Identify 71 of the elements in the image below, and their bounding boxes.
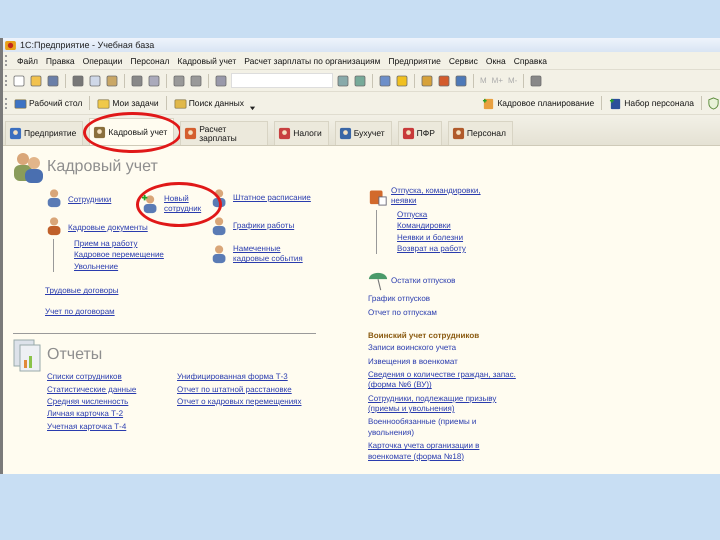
quick-bar-button[interactable]: Рабочий стол: [12, 96, 84, 110]
shield-icon[interactable]: [707, 96, 720, 110]
panel-link[interactable]: Сведения о количестве граждан, запас. (форма №6 (ВУ)): [368, 370, 518, 391]
panel-link[interactable]: Командировки: [397, 221, 451, 232]
menu-item[interactable]: Справка: [514, 56, 548, 66]
quick-bar-button[interactable]: Мои задачи: [95, 96, 161, 110]
report-link[interactable]: Унифицированная форма Т-3: [177, 372, 307, 383]
search-field[interactable]: [231, 73, 333, 88]
quick-bar-button[interactable]: Поиск данных: [172, 96, 246, 110]
panel-text[interactable]: Остатки отпусков: [391, 276, 528, 287]
menu-item[interactable]: Окна: [486, 56, 506, 66]
report-link[interactable]: Статистические данные: [47, 384, 159, 395]
report-link[interactable]: Отчет по штатной расстановке: [177, 384, 307, 395]
tab-icon: [338, 127, 352, 140]
panel-link[interactable]: Отпуска, командировки, неявки: [391, 186, 503, 207]
report-link[interactable]: Отчет о кадровых перемещениях: [177, 396, 307, 408]
tab-icon: [278, 127, 292, 140]
tab-icon: [184, 127, 198, 140]
quick-bar-button[interactable]: Кадровое планирование: [480, 96, 596, 110]
tab[interactable]: Бухучет: [334, 121, 392, 145]
tab[interactable]: Предприятие: [5, 121, 84, 145]
window-title: 1С:Предприятие - Учебная база: [20, 40, 154, 50]
report-link[interactable]: Личная карточка Т-2: [47, 409, 159, 420]
tab[interactable]: Расчет зарплаты: [180, 121, 268, 145]
section-title: Кадровый учет: [47, 158, 158, 176]
panel-link[interactable]: Учет по договорам: [45, 307, 115, 316]
tab[interactable]: Персонал: [448, 121, 513, 145]
menu-item[interactable]: Расчет зарплаты по организациям: [244, 56, 380, 66]
tab-icon: [452, 127, 465, 140]
panel-link[interactable]: Намеченные кадровые события: [233, 244, 317, 265]
menu-item[interactable]: Операции: [82, 56, 122, 66]
report-link[interactable]: Учетная карточка Т-4: [47, 422, 159, 432]
panel-link[interactable]: Неявки и болезни: [397, 232, 464, 243]
menu-item[interactable]: Кадровый учет: [177, 56, 236, 66]
menu-item[interactable]: Предприятие: [388, 56, 441, 66]
menu-item[interactable]: Правка: [46, 56, 75, 66]
panel-link[interactable]: Увольнение: [74, 262, 118, 272]
panel-link[interactable]: Прием на работу: [74, 239, 138, 250]
panel-text[interactable]: График отпусков: [368, 294, 518, 305]
panel-link[interactable]: Сотрудники: [68, 195, 112, 204]
panel-link[interactable]: Сотрудники, подлежащие призыву (приемы и увольнения): [368, 394, 518, 414]
dropdown-arrow-icon[interactable]: [249, 104, 256, 110]
panel-link[interactable]: Кадровые документы: [68, 223, 148, 232]
panel-link[interactable]: Карточка учета организации в военкомате (форма №18): [368, 441, 518, 462]
app-logo-icon: [5, 40, 16, 50]
panel-link[interactable]: Графики работы: [233, 220, 317, 232]
panel-link[interactable]: Штатное расписание: [233, 192, 317, 204]
panel-link[interactable]: Новый сотрудник: [164, 194, 210, 215]
panel-text[interactable]: Отчет по отпускам: [368, 308, 518, 318]
panel-link[interactable]: Кадровое перемещение: [74, 250, 164, 261]
report-link[interactable]: Средняя численность: [47, 396, 159, 408]
menu-item[interactable]: Сервис: [448, 56, 478, 66]
panel-link[interactable]: Трудовые договоры: [45, 286, 118, 296]
tab[interactable]: Кадровый учет: [89, 118, 174, 145]
tab-icon: [9, 127, 22, 140]
menu-item[interactable]: Файл: [17, 56, 38, 66]
group-heading: Воинский учет сотрудников: [368, 331, 480, 340]
umbrella-icon: [368, 271, 388, 292]
panel-link[interactable]: Отпуска: [397, 210, 428, 220]
panel-text[interactable]: Записи воинского учета: [368, 343, 518, 354]
panel-text[interactable]: Военнообязанные (приемы и увольнения): [368, 417, 518, 438]
panel-text[interactable]: Извещения в военкомат: [368, 356, 518, 367]
quick-bar-button[interactable]: Набор персонала: [607, 96, 696, 110]
report-link[interactable]: Списки сотрудников: [47, 372, 159, 383]
tab-icon: [93, 126, 106, 138]
menu-item[interactable]: Персонал: [130, 56, 170, 66]
panel-link[interactable]: Возврат на работу: [397, 244, 466, 254]
section-title: Отчеты: [47, 346, 102, 364]
tab[interactable]: ПФР: [398, 121, 442, 145]
tab-icon: [402, 127, 415, 140]
tab[interactable]: Налоги: [274, 121, 329, 145]
